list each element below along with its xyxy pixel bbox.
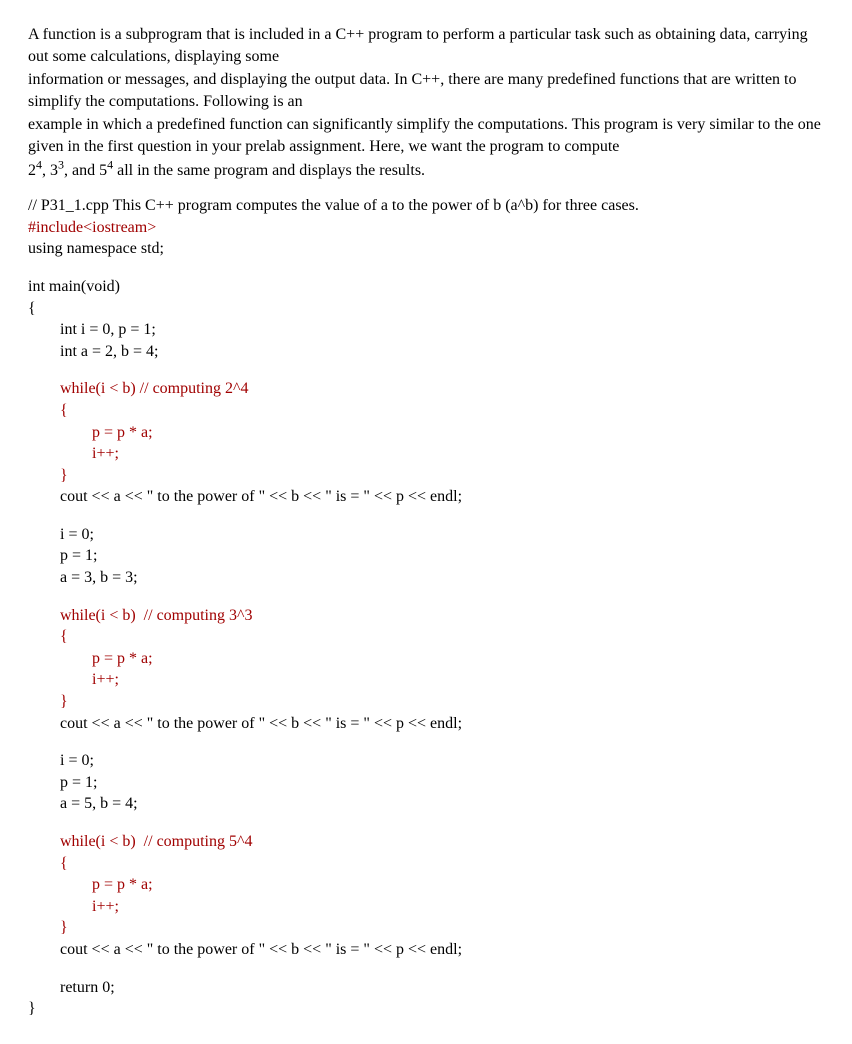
intro-base-2: , 3 <box>42 162 58 179</box>
code-cout-1: cout << a << " to the power of " << b <<… <box>28 486 824 508</box>
code-inc-3: i++; <box>28 896 824 918</box>
code-mult-1: p = p * a; <box>28 422 824 444</box>
code-inc-1: i++; <box>28 443 824 465</box>
intro-line-4: 24, 33, and 54 all in the same program a… <box>28 160 824 182</box>
code-brace-open-1: { <box>28 400 824 422</box>
code-return: return 0; <box>28 977 824 999</box>
intro-paragraph: A function is a subprogram that is inclu… <box>28 24 824 181</box>
code-brace-close-3: } <box>28 917 824 939</box>
code-brace-close-1: } <box>28 465 824 487</box>
intro-base-1: 2 <box>28 162 36 179</box>
code-brace-close-main: } <box>28 998 824 1020</box>
code-decl-ip: int i = 0, p = 1; <box>28 319 824 341</box>
code-main-sig: int main(void) <box>28 276 824 298</box>
code-reset-i-2: i = 0; <box>28 524 824 546</box>
code-comment-title: // P31_1.cpp This C++ program computes t… <box>28 195 824 217</box>
code-brace-open-2: { <box>28 626 824 648</box>
intro-line-3: example in which a predefined function c… <box>28 114 824 157</box>
intro-line-2: information or messages, and displaying … <box>28 69 824 112</box>
code-assign-ab-3: a = 5, b = 4; <box>28 793 824 815</box>
code-reset-p-3: p = 1; <box>28 772 824 794</box>
code-using: using namespace std; <box>28 238 824 260</box>
code-cout-2: cout << a << " to the power of " << b <<… <box>28 713 824 735</box>
code-brace-close-2: } <box>28 691 824 713</box>
code-reset-p-2: p = 1; <box>28 545 824 567</box>
code-decl-ab: int a = 2, b = 4; <box>28 341 824 363</box>
code-assign-ab-2: a = 3, b = 3; <box>28 567 824 589</box>
code-inc-2: i++; <box>28 669 824 691</box>
code-mult-2: p = p * a; <box>28 648 824 670</box>
code-brace-open-main: { <box>28 298 824 320</box>
intro-base-3: , and 5 <box>64 162 107 179</box>
code-include: #include<iostream> <box>28 217 824 239</box>
code-brace-open-3: { <box>28 853 824 875</box>
intro-tail: all in the same program and displays the… <box>113 162 425 179</box>
code-cout-3: cout << a << " to the power of " << b <<… <box>28 939 824 961</box>
code-reset-i-3: i = 0; <box>28 750 824 772</box>
code-while-2: while(i < b) // computing 3^3 <box>28 605 824 627</box>
code-mult-3: p = p * a; <box>28 874 824 896</box>
code-while-1: while(i < b) // computing 2^4 <box>28 378 824 400</box>
intro-line-1: A function is a subprogram that is inclu… <box>28 24 824 67</box>
code-block: // P31_1.cpp This C++ program computes t… <box>28 195 824 1020</box>
code-while-3: while(i < b) // computing 5^4 <box>28 831 824 853</box>
